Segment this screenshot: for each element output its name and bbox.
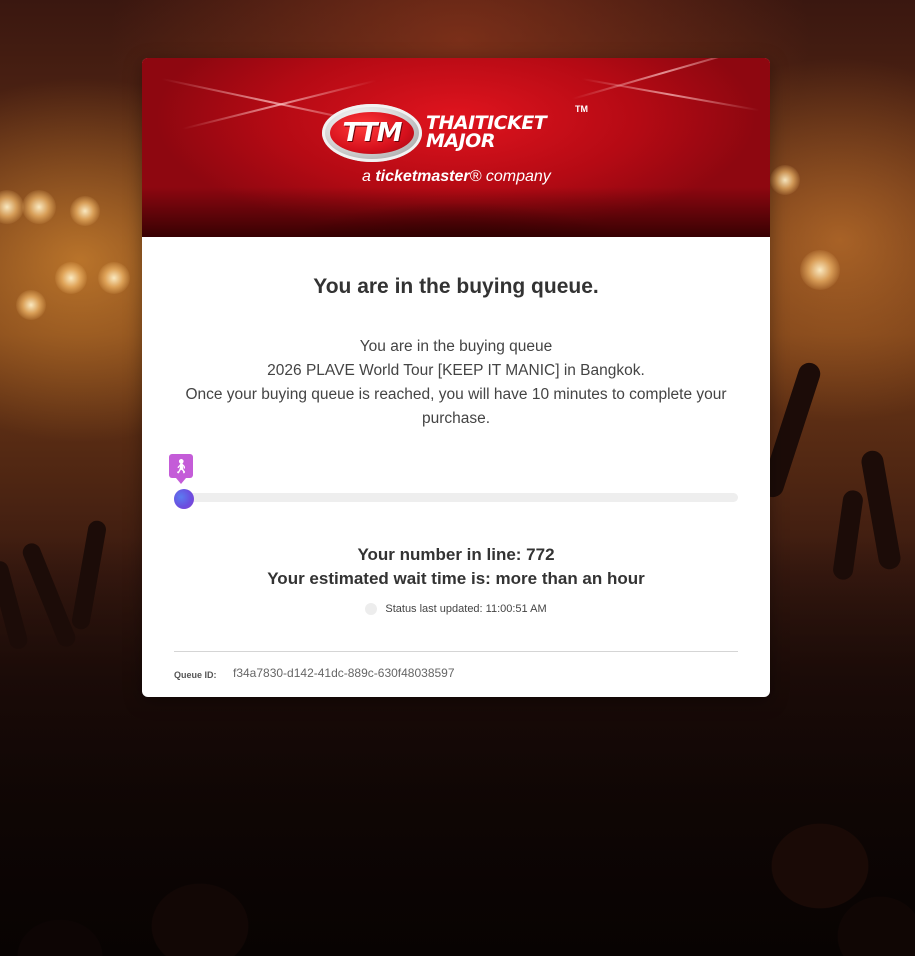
stage-light [22,190,56,224]
stage-light [55,262,87,294]
queue-progress-bar [174,493,738,502]
number-in-line: Your number in line: 772 [357,545,555,564]
thaiticket-major-logo: TTM THAITICKET MAJOR TM a ticketmaster® … [322,102,602,192]
brand-banner: TTM THAITICKET MAJOR TM a ticketmaster® … [142,58,770,237]
queue-id-label: Queue ID: [174,670,217,680]
queue-card: TTM THAITICKET MAJOR TM a ticketmaster® … [142,58,770,697]
trademark-symbol: TM [575,104,588,114]
stage-light [16,290,46,320]
event-name: 2026 PLAVE World Tour [KEEP IT MANIC] in… [267,362,645,379]
status-updated: Status last updated: 11:00:51 AM [142,603,770,616]
queue-progress-knob [174,489,194,509]
logo-brand-name: THAITICKET MAJOR [426,112,547,152]
message-line: You are in the buying queue [359,338,553,355]
stage-light [0,190,24,224]
queue-id-value: f34a7830-d142-41dc-889c-630f48038597 [233,666,455,680]
estimated-wait-time: Your estimated wait time is: more than a… [267,569,645,588]
light-beam [581,78,760,112]
divider [174,651,738,652]
stage-light [770,165,800,195]
status-updated-text: Status last updated: 11:00:51 AM [385,603,547,615]
banner-crowd [142,187,770,237]
logo-tagline: a ticketmaster® company [362,168,551,185]
logo-mark-text: TTM [342,118,403,148]
logo-emblem: TTM [322,104,422,162]
queue-message: You are in the buying queue 2026 PLAVE W… [182,335,730,431]
stage-light [70,196,100,226]
queue-title: You are in the buying queue. [313,275,599,298]
stage-light [800,250,840,290]
status-dot-icon [365,603,378,616]
message-line: Once your buying queue is reached, you w… [185,386,727,427]
stage-light [98,262,130,294]
progress-marker: 🚶︎ [169,454,193,484]
walking-person-icon: 🚶︎ [172,458,190,474]
